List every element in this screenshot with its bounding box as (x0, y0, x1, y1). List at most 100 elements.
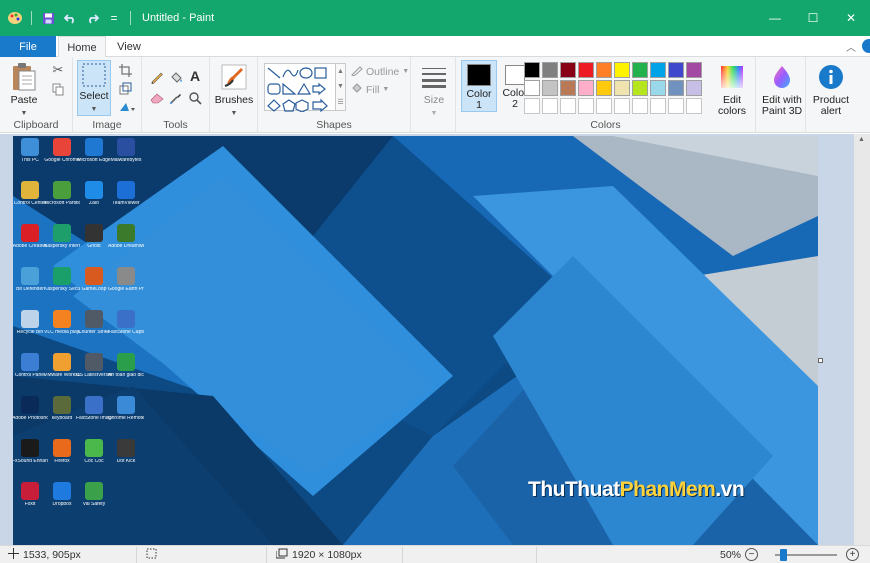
save-icon[interactable] (39, 9, 57, 27)
fill-button[interactable]: Fill ▼ (351, 82, 389, 97)
drawing-canvas[interactable]: This PC Google Chrome Microsoft Edge Malwar… (13, 136, 818, 545)
select-dropdown-icon[interactable]: ▼ (91, 104, 98, 115)
canvas-area[interactable]: This PC Google Chrome Microsoft Edge Malwar… (0, 134, 870, 545)
fill-bucket-icon[interactable] (168, 69, 184, 85)
palette-custom-slot[interactable] (542, 98, 558, 114)
tab-home[interactable]: Home (58, 36, 106, 58)
desktop-shortcut-label: FastStone Image Viewer (76, 416, 112, 421)
rotate-icon[interactable] (117, 98, 139, 114)
cut-icon[interactable]: ✂ (50, 62, 66, 78)
desktop-shortcut: Dropbox (47, 482, 77, 522)
paste-dropdown-icon[interactable]: ▼ (21, 108, 28, 119)
text-tool-icon[interactable]: A (187, 68, 203, 84)
palette-custom-slot[interactable] (650, 98, 666, 114)
tab-view[interactable]: View (108, 36, 150, 57)
palette-custom-slot[interactable] (524, 98, 540, 114)
desktop-shortcut-label: An toan giao dich (108, 373, 144, 378)
eraser-icon[interactable] (149, 90, 165, 106)
palette-custom-slot[interactable] (560, 98, 576, 114)
palette-custom-slot[interactable] (596, 98, 612, 114)
shapes-more-icon[interactable]: ☰ (337, 98, 343, 106)
palette-color-swatch[interactable] (614, 62, 630, 78)
zoom-in-button[interactable]: + (846, 548, 859, 561)
desktop-shortcut: This PC (15, 138, 45, 178)
minimize-button[interactable]: — (756, 0, 794, 36)
desktop-shortcut-icon (85, 353, 103, 371)
help-icon[interactable] (862, 39, 870, 53)
palette-color-swatch[interactable] (632, 62, 648, 78)
tab-file[interactable]: File (0, 36, 56, 57)
pencil-icon[interactable] (149, 69, 165, 85)
close-button[interactable]: ✕ (832, 0, 870, 36)
redo-icon[interactable] (83, 9, 101, 27)
color1-button[interactable]: Color 1 (461, 60, 497, 112)
palette-color-swatch[interactable] (560, 80, 576, 96)
palette-custom-slot[interactable] (632, 98, 648, 114)
palette-color-swatch[interactable] (650, 62, 666, 78)
zoom-out-button[interactable]: − (745, 548, 758, 561)
palette-custom-slot[interactable] (668, 98, 684, 114)
desktop-shortcut: Kaspersky Secure Co. (44, 267, 80, 307)
palette-color-swatch[interactable] (596, 80, 612, 96)
paint-app-icon[interactable] (6, 9, 24, 27)
palette-color-swatch[interactable] (668, 80, 684, 96)
desktop-shortcut-icon (53, 482, 71, 500)
scroll-up-icon[interactable]: ▲ (858, 136, 865, 143)
palette-custom-slot[interactable] (578, 98, 594, 114)
desktop-shortcut-label: Adobe Creative (13, 244, 48, 249)
palette-color-swatch[interactable] (650, 80, 666, 96)
collapse-ribbon-icon[interactable]: ︿ (846, 39, 856, 54)
palette-color-swatch[interactable] (578, 62, 594, 78)
zoom-slider-thumb[interactable] (780, 549, 787, 561)
product-alert-button[interactable]: Product alert (808, 61, 854, 117)
image-size-icon (275, 548, 288, 562)
palette-color-swatch[interactable] (632, 80, 648, 96)
color-picker-icon[interactable] (168, 90, 184, 106)
palette-color-swatch[interactable] (542, 62, 558, 78)
palette-color-swatch[interactable] (524, 80, 540, 96)
palette-color-swatch[interactable] (668, 62, 684, 78)
shapes-scroll[interactable]: ▲ ▼ ☰ (336, 63, 346, 111)
copy-icon[interactable] (50, 81, 66, 97)
palette-color-swatch[interactable] (524, 62, 540, 78)
desktop-shortcut-label: Dot Kick (116, 459, 136, 464)
undo-icon[interactable] (61, 9, 79, 27)
shapes-scroll-down-icon[interactable]: ▼ (337, 83, 344, 90)
palette-color-swatch[interactable] (686, 80, 702, 96)
crop-icon[interactable] (117, 62, 133, 78)
palette-color-swatch[interactable] (560, 62, 576, 78)
fill-icon (351, 82, 363, 97)
edit-colors-button[interactable]: Edit colors (714, 61, 750, 117)
palette-color-swatch[interactable] (596, 62, 612, 78)
brushes-dropdown-icon[interactable]: ▼ (231, 108, 238, 119)
desktop-shortcut-label: Kaspersky Secure Co. (44, 287, 80, 292)
palette-color-swatch[interactable] (578, 80, 594, 96)
shapes-scroll-up-icon[interactable]: ▲ (337, 68, 344, 75)
palette-custom-slot[interactable] (686, 98, 702, 114)
edit-with-paint3d-button[interactable]: Edit with Paint 3D (758, 61, 806, 117)
size-button[interactable]: Size ▼ (417, 61, 451, 119)
shapes-gallery[interactable] (264, 63, 336, 113)
palette-color-swatch[interactable] (686, 62, 702, 78)
maximize-button[interactable]: ☐ (794, 0, 832, 36)
palette-custom-slot[interactable] (614, 98, 630, 114)
fill-dropdown-icon: ▼ (382, 86, 390, 93)
palette-color-swatch[interactable] (614, 80, 630, 96)
status-bar: 1533, 905px 1920 × 1080px 50% − + (0, 545, 870, 563)
vertical-scrollbar[interactable]: ▲ (854, 134, 870, 545)
desktop-shortcut: Malwarebytes (111, 138, 141, 178)
resize-icon[interactable] (117, 80, 133, 96)
brushes-button[interactable]: Brushes ▼ (214, 61, 254, 119)
customize-quick-access-icon[interactable]: = (105, 9, 123, 27)
select-button[interactable]: Select ▼ (77, 60, 111, 116)
fill-label: Fill (366, 83, 380, 96)
select-label: Select (79, 90, 109, 102)
paste-button[interactable]: Paste ▼ (8, 61, 40, 119)
canvas-resize-handle[interactable] (818, 358, 823, 363)
paint3d-icon (766, 61, 798, 93)
size-label: Size (423, 94, 445, 106)
palette-color-swatch[interactable] (542, 80, 558, 96)
status-separator (536, 547, 537, 563)
magnifier-icon[interactable] (187, 90, 203, 106)
outline-button[interactable]: Outline ▼ (351, 64, 409, 79)
